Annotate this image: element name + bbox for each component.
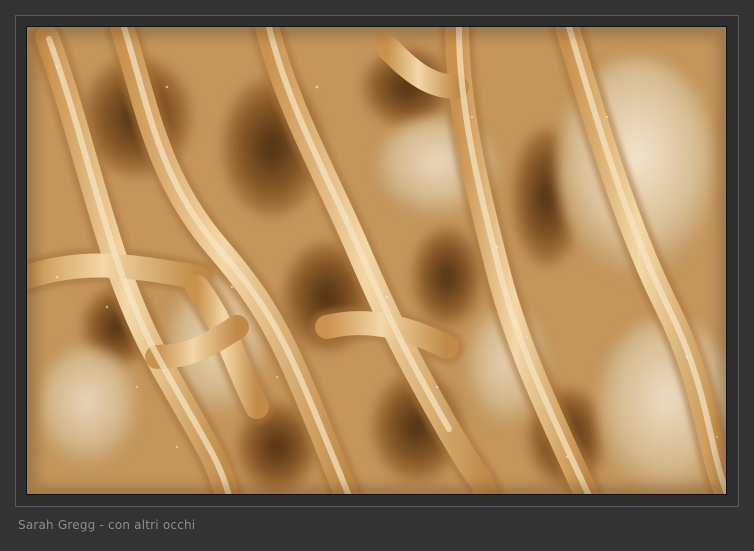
photo-caption: Sarah Gregg - con altri occhi	[18, 518, 196, 532]
morel-macro-image	[27, 27, 726, 494]
photo	[26, 26, 727, 495]
page: Sarah Gregg - con altri occhi	[0, 0, 754, 551]
